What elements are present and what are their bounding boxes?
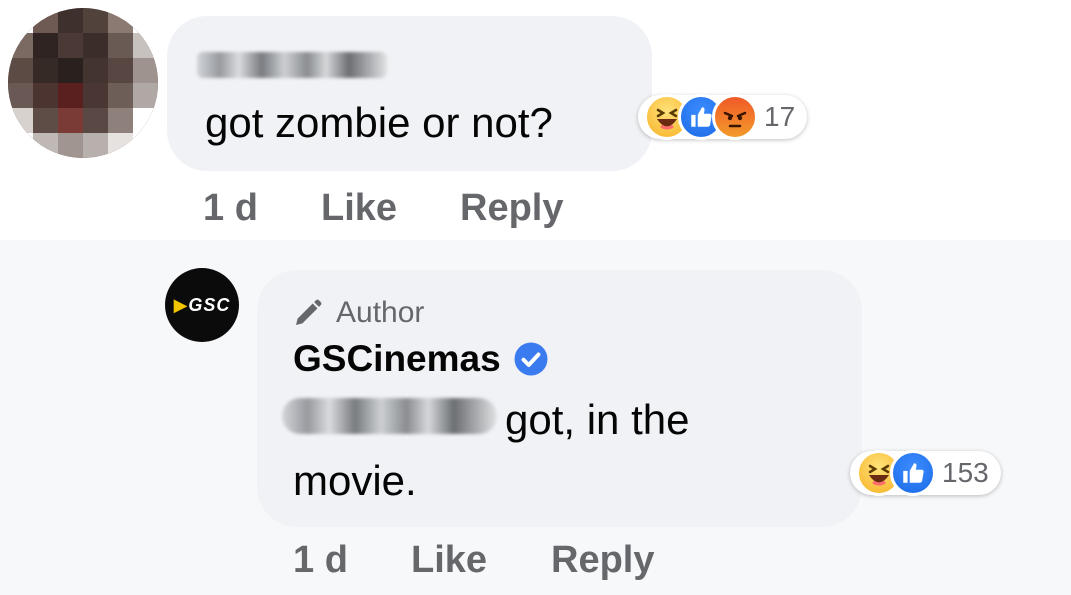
comment-timestamp[interactable]: 1 d: [203, 186, 258, 230]
reply-text-line2: movie.: [293, 457, 417, 504]
reply-reactions[interactable]: 153: [850, 450, 1001, 496]
comment-text: got zombie or not?: [205, 99, 553, 146]
like-button[interactable]: Like: [411, 538, 487, 582]
commenter-avatar[interactable]: [8, 8, 158, 158]
reply-actions: 1 d Like Reply: [0, 538, 700, 582]
reply-button[interactable]: Reply: [551, 538, 654, 582]
angry-icon: [712, 94, 758, 140]
comment-reactions[interactable]: 17: [638, 94, 808, 140]
like-icon: [890, 450, 936, 496]
page-name-text[interactable]: GSCinemas: [293, 338, 501, 380]
page-name[interactable]: GSCinemas: [293, 338, 549, 380]
reaction-count: 153: [942, 457, 989, 488]
commenter-name-blurred[interactable]: [197, 52, 387, 78]
gsc-logo: ▶GSC: [173, 294, 231, 315]
comment-actions: 1 d Like Reply: [0, 186, 700, 230]
gsc-avatar[interactable]: ▶GSC: [165, 268, 239, 342]
author-badge-label: Author: [336, 296, 425, 329]
like-button[interactable]: Like: [321, 186, 397, 230]
reply-timestamp[interactable]: 1 d: [293, 538, 348, 582]
reply-button[interactable]: Reply: [460, 186, 563, 230]
reaction-count: 17: [764, 101, 796, 132]
reply-text-line1: got, in the: [505, 396, 690, 443]
pencil-icon: [296, 299, 322, 325]
verified-badge-icon: [514, 342, 548, 376]
author-badge: Author: [292, 296, 424, 330]
mentioned-name-blurred[interactable]: [282, 398, 497, 434]
